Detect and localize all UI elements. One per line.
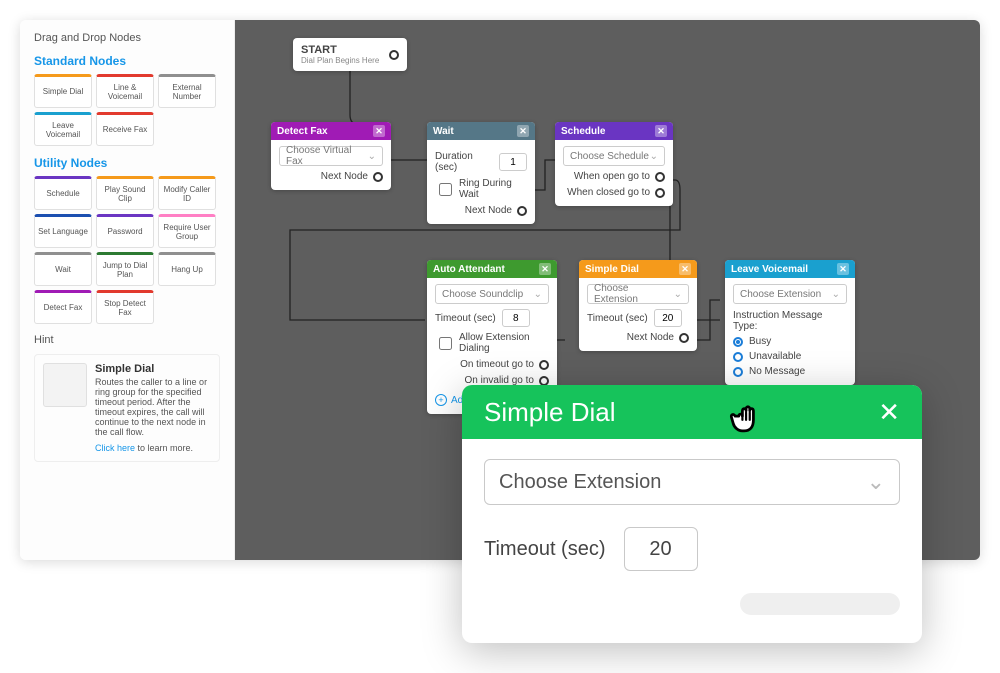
schedule-open-label: When open go to xyxy=(574,171,650,182)
leave-msg-type-label: Instruction Message Type: xyxy=(733,310,847,332)
grab-cursor-icon xyxy=(725,396,769,440)
chevron-down-icon: ⌄ xyxy=(368,151,376,162)
wait-duration-input[interactable] xyxy=(499,153,527,171)
hint-title: Simple Dial xyxy=(95,363,211,375)
standard-palette: Simple Dial Line & Voicemail External Nu… xyxy=(34,74,220,146)
sidebar-title: Drag and Drop Nodes xyxy=(34,32,220,44)
palette-jump-to-dial-plan[interactable]: Jump to Dial Plan xyxy=(96,252,154,286)
close-icon[interactable]: ✕ xyxy=(837,263,849,275)
simple-next-port[interactable] xyxy=(679,333,689,343)
close-icon[interactable]: ✕ xyxy=(679,263,691,275)
auto-invalid-port[interactable] xyxy=(539,376,549,386)
simple-dial-modal[interactable]: Simple Dial ✕ Choose Extension ⌄ Timeout… xyxy=(462,385,922,643)
palette-stop-detect-fax[interactable]: Stop Detect Fax xyxy=(96,290,154,324)
schedule-node[interactable]: Schedule ✕ Choose Schedule⌄ When open go… xyxy=(555,122,673,206)
palette-line-voicemail[interactable]: Line & Voicemail xyxy=(96,74,154,108)
modal-timeout-input[interactable] xyxy=(624,527,698,571)
chevron-down-icon: ⌄ xyxy=(534,289,542,300)
modal-timeout-label: Timeout (sec) xyxy=(484,538,606,561)
palette-leave-voicemail[interactable]: Leave Voicemail xyxy=(34,112,92,146)
leave-ext-select[interactable]: Choose Extension⌄ xyxy=(733,284,847,304)
start-out-port[interactable] xyxy=(389,50,399,60)
auto-timeout-label: Timeout (sec) xyxy=(435,313,496,324)
palette-simple-dial[interactable]: Simple Dial xyxy=(34,74,92,108)
close-icon[interactable]: ✕ xyxy=(517,125,529,137)
schedule-closed-label: When closed go to xyxy=(567,187,650,198)
auto-allow-checkbox[interactable]: Allow Extension Dialing xyxy=(435,332,549,354)
palette-receive-fax[interactable]: Receive Fax xyxy=(96,112,154,146)
start-title: START xyxy=(301,44,379,56)
schedule-closed-port[interactable] xyxy=(655,188,665,198)
modal-placeholder-pill xyxy=(484,593,900,615)
hint-link[interactable]: Click here to learn more. xyxy=(95,443,211,453)
palette-external-number[interactable]: External Number xyxy=(158,74,216,108)
wait-node[interactable]: Wait ✕ Duration (sec) Ring During Wait N… xyxy=(427,122,535,224)
close-icon[interactable]: ✕ xyxy=(373,125,385,137)
leave-voicemail-node[interactable]: Leave Voicemail ✕ Choose Extension⌄ Inst… xyxy=(725,260,855,385)
detect-fax-next-port[interactable] xyxy=(373,172,383,182)
close-icon[interactable]: ✕ xyxy=(655,125,667,137)
wait-next-port[interactable] xyxy=(517,206,527,216)
start-subtitle: Dial Plan Begins Here xyxy=(301,56,379,65)
modal-extension-select[interactable]: Choose Extension ⌄ xyxy=(484,459,900,505)
modal-title: Simple Dial xyxy=(484,397,616,428)
simple-timeout-input[interactable] xyxy=(654,309,682,327)
detect-fax-next-label: Next Node xyxy=(321,171,368,182)
wait-next-label: Next Node xyxy=(465,205,512,216)
simple-timeout-label: Timeout (sec) xyxy=(587,313,648,324)
auto-timeout-port[interactable] xyxy=(539,360,549,370)
detect-fax-node[interactable]: Detect Fax ✕ Choose Virtual Fax⌄ Next No… xyxy=(271,122,391,190)
simple-ext-select[interactable]: Choose Extension⌄ xyxy=(587,284,689,304)
wait-title: Wait xyxy=(433,126,454,137)
chevron-down-icon: ⌄ xyxy=(674,289,682,300)
auto-timeout-out-label: On timeout go to xyxy=(460,359,534,370)
chevron-down-icon: ⌄ xyxy=(867,469,885,495)
plus-icon: + xyxy=(435,394,447,406)
leave-radio-busy[interactable]: Busy xyxy=(733,336,847,347)
palette-schedule[interactable]: Schedule xyxy=(34,176,92,210)
detect-fax-select[interactable]: Choose Virtual Fax⌄ xyxy=(279,146,383,166)
palette-wait[interactable]: Wait xyxy=(34,252,92,286)
start-node[interactable]: START Dial Plan Begins Here xyxy=(293,38,407,71)
utility-nodes-heading: Utility Nodes xyxy=(34,156,220,170)
hint-card: Simple Dial Routes the caller to a line … xyxy=(34,354,220,462)
leave-radio-no-message[interactable]: No Message xyxy=(733,366,847,377)
wait-duration-label: Duration (sec) xyxy=(435,151,493,173)
palette-hang-up[interactable]: Hang Up xyxy=(158,252,216,286)
palette-detect-fax[interactable]: Detect Fax xyxy=(34,290,92,324)
palette-password[interactable]: Password xyxy=(96,214,154,248)
schedule-title: Schedule xyxy=(561,126,605,137)
hint-body: Routes the caller to a line or ring grou… xyxy=(95,377,211,437)
chevron-down-icon: ⌄ xyxy=(832,289,840,300)
schedule-open-port[interactable] xyxy=(655,172,665,182)
simple-title: Simple Dial xyxy=(585,264,639,275)
hint-heading: Hint xyxy=(34,334,220,346)
auto-timeout-input[interactable] xyxy=(502,309,530,327)
palette-set-language[interactable]: Set Language xyxy=(34,214,92,248)
schedule-select[interactable]: Choose Schedule⌄ xyxy=(563,146,665,166)
leave-radio-unavailable[interactable]: Unavailable xyxy=(733,351,847,362)
modal-close-icon[interactable]: ✕ xyxy=(878,397,900,428)
chevron-down-icon: ⌄ xyxy=(650,151,658,162)
leave-title: Leave Voicemail xyxy=(731,264,808,275)
palette-require-user-group[interactable]: Require User Group xyxy=(158,214,216,248)
palette-modify-caller-id[interactable]: Modify Caller ID xyxy=(158,176,216,210)
hint-thumb xyxy=(43,363,87,407)
sidebar: Drag and Drop Nodes Standard Nodes Simpl… xyxy=(20,20,235,560)
wait-ring-checkbox[interactable]: Ring During Wait xyxy=(435,178,527,200)
standard-nodes-heading: Standard Nodes xyxy=(34,54,220,68)
close-icon[interactable]: ✕ xyxy=(539,263,551,275)
detect-fax-title: Detect Fax xyxy=(277,126,328,137)
utility-palette: Schedule Play Sound Clip Modify Caller I… xyxy=(34,176,220,324)
palette-play-sound[interactable]: Play Sound Clip xyxy=(96,176,154,210)
simple-next-label: Next Node xyxy=(627,332,674,343)
simple-dial-node[interactable]: Simple Dial ✕ Choose Extension⌄ Timeout … xyxy=(579,260,697,351)
auto-title: Auto Attendant xyxy=(433,264,505,275)
auto-sound-select[interactable]: Choose Soundclip⌄ xyxy=(435,284,549,304)
